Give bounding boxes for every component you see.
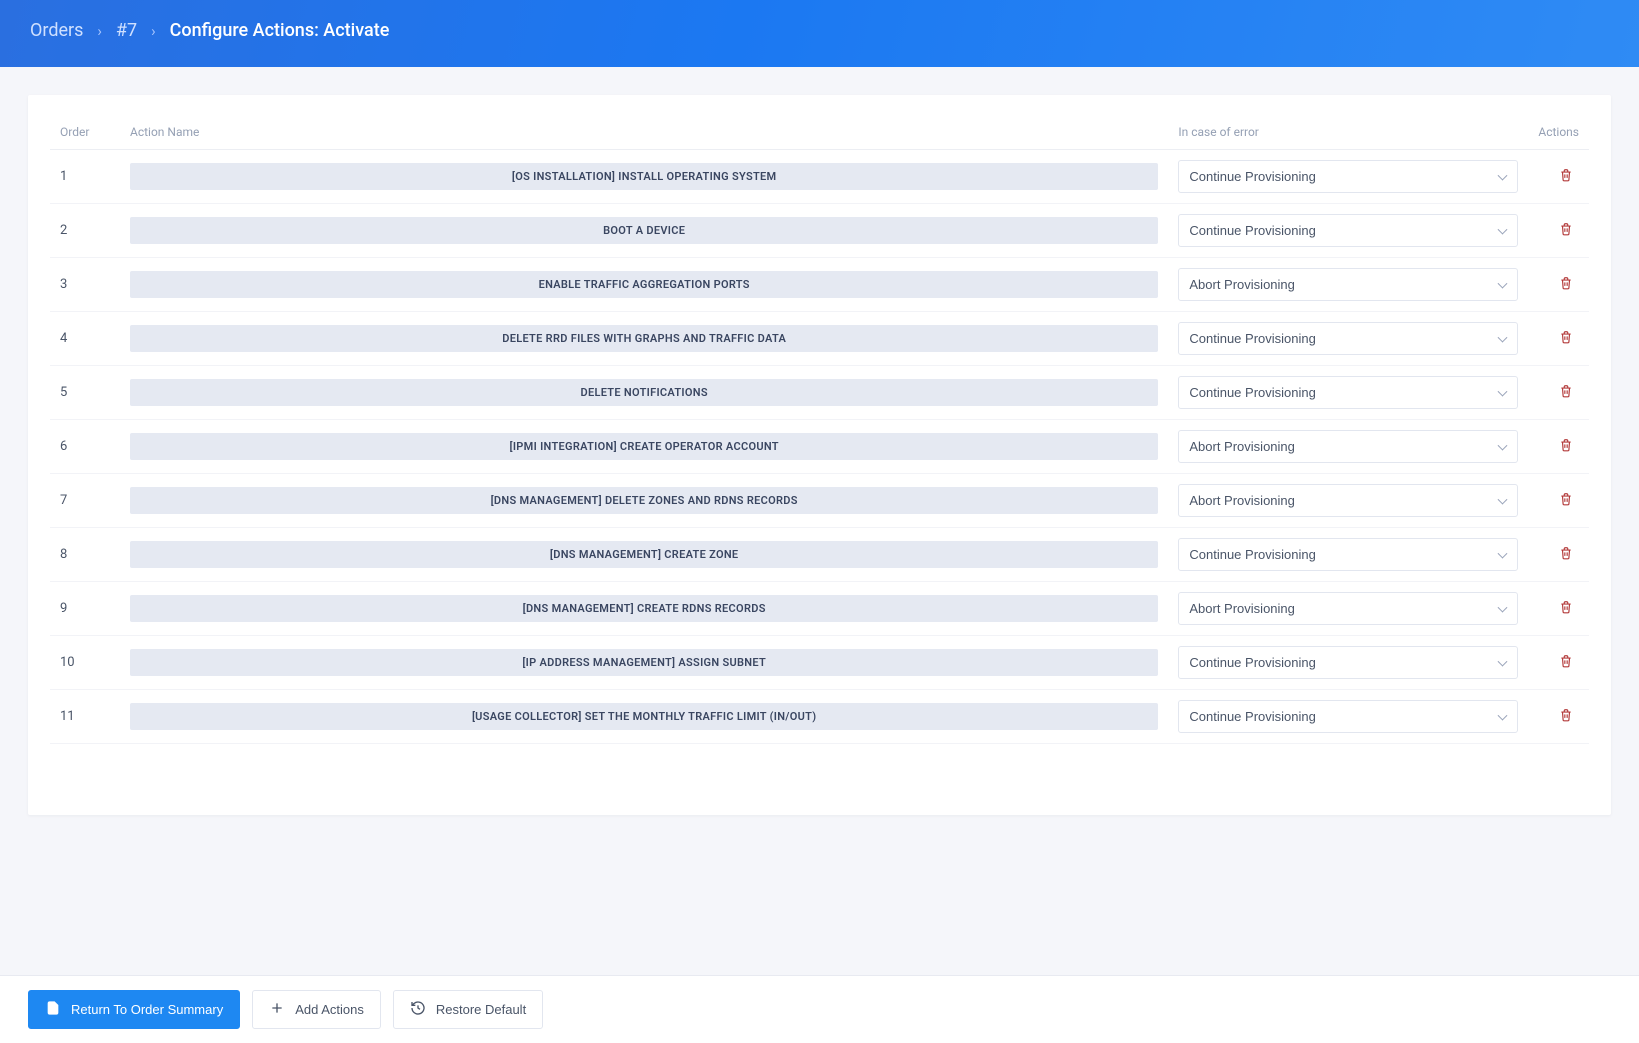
table-row: 1 [OS INSTALLATION] INSTALL OPERATING SYS… [50,150,1589,204]
row-order: 6 [50,420,120,474]
on-error-select[interactable]: Continue ProvisioningAbort Provisioning [1178,214,1518,247]
breadcrumb-orders[interactable]: Orders [30,20,83,41]
action-name-pill[interactable]: [IP ADDRESS MANAGEMENT] ASSIGN SUBNET [130,649,1158,676]
table-row: 6 [IPMI INTEGRATION] CREATE OPERATOR ACCO… [50,420,1589,474]
on-error-select[interactable]: Continue ProvisioningAbort Provisioning [1178,160,1518,193]
col-order-header: Order [50,117,120,150]
action-name-pill[interactable]: [USAGE COLLECTOR] SET THE MONTHLY TRAFFI… [130,703,1158,730]
delete-row-button[interactable] [1553,164,1579,190]
col-error-header: In case of error [1168,117,1528,150]
row-order: 1 [50,150,120,204]
table-row: 7 [DNS MANAGEMENT] DELETE ZONES AND RDNS … [50,474,1589,528]
table-row: 5 DELETE NOTIFICATIONS Continue Provisioni… [50,366,1589,420]
trash-icon [1559,491,1573,510]
trash-icon [1559,383,1573,402]
table-row: 11 [USAGE COLLECTOR] SET THE MONTHLY TRAF… [50,690,1589,744]
on-error-select[interactable]: Continue ProvisioningAbort Provisioning [1178,322,1518,355]
return-to-summary-label: Return To Order Summary [71,1002,223,1017]
table-row: 3 ENABLE TRAFFIC AGGREGATION PORTS Continu… [50,258,1589,312]
on-error-select[interactable]: Continue ProvisioningAbort Provisioning [1178,646,1518,679]
trash-icon [1559,653,1573,672]
action-name-pill[interactable]: ENABLE TRAFFIC AGGREGATION PORTS [130,271,1158,298]
document-icon [45,1000,61,1019]
delete-row-button[interactable] [1553,434,1579,460]
on-error-select[interactable]: Continue ProvisioningAbort Provisioning [1178,430,1518,463]
table-row: 2 BOOT A DEVICE Continue ProvisioningAbort… [50,204,1589,258]
chevron-right-icon: › [151,22,156,40]
row-order: 2 [50,204,120,258]
col-actions-header: Actions [1528,117,1589,150]
action-name-pill[interactable]: [OS INSTALLATION] INSTALL OPERATING SYST… [130,163,1158,190]
trash-icon [1559,707,1573,726]
table-row: 8 [DNS MANAGEMENT] CREATE ZONE Continue Pr… [50,528,1589,582]
on-error-select[interactable]: Continue ProvisioningAbort Provisioning [1178,268,1518,301]
on-error-select[interactable]: Continue ProvisioningAbort Provisioning [1178,376,1518,409]
breadcrumb-current: Configure Actions: Activate [170,20,390,41]
trash-icon [1559,545,1573,564]
row-order: 5 [50,366,120,420]
breadcrumb: Orders › #7 › Configure Actions: Activat… [30,20,1609,41]
col-name-header: Action Name [120,117,1168,150]
row-order: 9 [50,582,120,636]
delete-row-button[interactable] [1553,272,1579,298]
table-row: 4 DELETE RRD FILES WITH GRAPHS AND TRAFFI… [50,312,1589,366]
trash-icon [1559,599,1573,618]
delete-row-button[interactable] [1553,704,1579,730]
action-name-pill[interactable]: DELETE NOTIFICATIONS [130,379,1158,406]
history-icon [410,1000,426,1019]
plus-icon [269,1000,285,1019]
page-header: Orders › #7 › Configure Actions: Activat… [0,0,1639,67]
delete-row-button[interactable] [1553,542,1579,568]
on-error-select[interactable]: Continue ProvisioningAbort Provisioning [1178,700,1518,733]
chevron-right-icon: › [97,22,102,40]
on-error-select[interactable]: Continue ProvisioningAbort Provisioning [1178,538,1518,571]
return-to-summary-button[interactable]: Return To Order Summary [28,990,240,1029]
delete-row-button[interactable] [1553,488,1579,514]
action-name-pill[interactable]: [DNS MANAGEMENT] CREATE RDNS RECORDS [130,595,1158,622]
row-order: 7 [50,474,120,528]
restore-default-label: Restore Default [436,1002,526,1017]
on-error-select[interactable]: Continue ProvisioningAbort Provisioning [1178,592,1518,625]
trash-icon [1559,329,1573,348]
footer-bar: Return To Order Summary Add Actions Rest… [0,975,1639,1043]
actions-table: Order Action Name In case of error Actio… [50,117,1589,744]
table-row: 10 [IP ADDRESS MANAGEMENT] ASSIGN SUBNET C… [50,636,1589,690]
trash-icon [1559,437,1573,456]
row-order: 4 [50,312,120,366]
breadcrumb-order-id[interactable]: #7 [116,20,137,41]
action-name-pill[interactable]: [IPMI INTEGRATION] CREATE OPERATOR ACCOU… [130,433,1158,460]
row-order: 8 [50,528,120,582]
on-error-select[interactable]: Continue ProvisioningAbort Provisioning [1178,484,1518,517]
delete-row-button[interactable] [1553,650,1579,676]
add-actions-label: Add Actions [295,1002,364,1017]
row-order: 3 [50,258,120,312]
trash-icon [1559,221,1573,240]
trash-icon [1559,167,1573,186]
action-name-pill[interactable]: BOOT A DEVICE [130,217,1158,244]
row-order: 10 [50,636,120,690]
row-order: 11 [50,690,120,744]
page-body: Order Action Name In case of error Actio… [0,67,1639,975]
delete-row-button[interactable] [1553,596,1579,622]
delete-row-button[interactable] [1553,326,1579,352]
actions-card: Order Action Name In case of error Actio… [28,95,1611,815]
trash-icon [1559,275,1573,294]
add-actions-button[interactable]: Add Actions [252,990,381,1029]
action-name-pill[interactable]: [DNS MANAGEMENT] CREATE ZONE [130,541,1158,568]
delete-row-button[interactable] [1553,218,1579,244]
action-name-pill[interactable]: [DNS MANAGEMENT] DELETE ZONES AND RDNS R… [130,487,1158,514]
table-row: 9 [DNS MANAGEMENT] CREATE RDNS RECORDS Con… [50,582,1589,636]
restore-default-button[interactable]: Restore Default [393,990,543,1029]
delete-row-button[interactable] [1553,380,1579,406]
action-name-pill[interactable]: DELETE RRD FILES WITH GRAPHS AND TRAFFIC… [130,325,1158,352]
